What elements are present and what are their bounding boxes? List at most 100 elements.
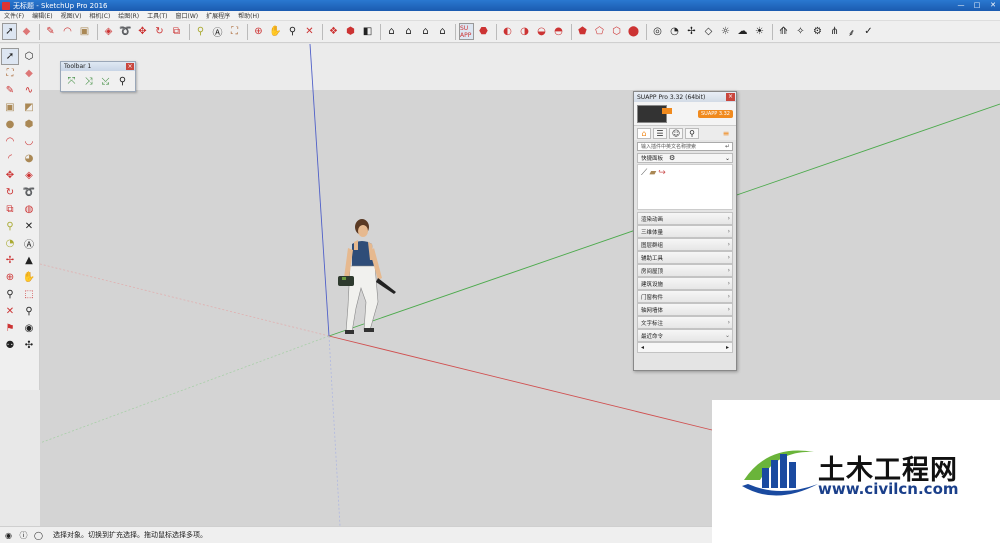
category-text-annotation[interactable]: 文字标注 › bbox=[637, 316, 733, 329]
search-go-icon[interactable]: ↵ bbox=[725, 143, 730, 150]
category-render-animation[interactable]: 渲染动画 › bbox=[637, 212, 733, 225]
menu-window[interactable]: 窗口(W) bbox=[172, 11, 203, 20]
position-camera-icon[interactable]: ⚙ bbox=[810, 23, 825, 40]
views-iso-icon[interactable]: ⌂ bbox=[384, 23, 399, 40]
components-icon[interactable]: ❖ bbox=[326, 23, 341, 40]
select-arrow-icon[interactable]: ➚ bbox=[2, 23, 17, 40]
follow-me-icon[interactable]: ➰ bbox=[20, 184, 38, 201]
zoom-extents-icon[interactable]: ✕ bbox=[1, 303, 19, 320]
fog-icon[interactable]: ◒ bbox=[534, 23, 549, 40]
zoom-icon[interactable]: ⚲ bbox=[1, 286, 19, 303]
walk-icon[interactable]: ⟰ bbox=[776, 23, 791, 40]
smoove-icon[interactable]: ⬡ bbox=[609, 23, 624, 40]
scale-icon[interactable]: ⧉ bbox=[169, 23, 184, 40]
toolbar-1-panel[interactable]: Toolbar 1 × ⤧ ⤨ ⤩ ⚲ bbox=[60, 61, 136, 92]
quick-tool-2-icon[interactable]: ▰ bbox=[649, 168, 656, 206]
make-component-icon[interactable]: ⬡ bbox=[20, 48, 38, 65]
shadows-icon[interactable]: ◑ bbox=[517, 23, 532, 40]
section-icon[interactable]: ◧ bbox=[360, 23, 375, 40]
ruby-icon[interactable]: ⬣ bbox=[476, 23, 491, 40]
chevron-down-icon[interactable]: ⌄ bbox=[725, 155, 730, 162]
menu-view[interactable]: 视图(V) bbox=[57, 11, 86, 20]
pie-icon[interactable]: ◕ bbox=[20, 150, 38, 167]
move-icon[interactable]: ✥ bbox=[135, 23, 150, 40]
orbit-icon[interactable]: ⊕ bbox=[1, 269, 19, 286]
quick-tool-3-icon[interactable]: ↪ bbox=[658, 168, 666, 206]
close-window-button[interactable]: ✕ bbox=[986, 1, 1000, 10]
section-plane-icon[interactable]: ✣ bbox=[20, 337, 38, 354]
rotated-rectangle-icon[interactable]: ◩ bbox=[20, 99, 38, 116]
category-door-window[interactable]: 门窗构件 › bbox=[637, 290, 733, 303]
category-recent-commands[interactable]: 最近命令 ⌄ bbox=[637, 329, 733, 342]
cloud-icon[interactable]: ☁ bbox=[735, 23, 750, 40]
toolbar-1-close-button[interactable]: × bbox=[126, 63, 134, 70]
feather-icon[interactable]: ⸙ bbox=[844, 23, 859, 40]
tape-measure-icon[interactable]: ⚲ bbox=[1, 218, 19, 235]
line-icon[interactable]: ✎ bbox=[1, 82, 19, 99]
menu-help[interactable]: 帮助(H) bbox=[234, 11, 263, 20]
three-point-arc-icon[interactable]: ◜ bbox=[1, 150, 19, 167]
sandbox-from-scratch-icon[interactable]: ⬠ bbox=[592, 23, 607, 40]
eraser-icon[interactable]: ◆ bbox=[20, 65, 38, 82]
protractor-icon[interactable]: ◔ bbox=[667, 23, 682, 40]
geo-location-icon[interactable]: ◉ bbox=[4, 531, 13, 540]
maximize-button[interactable]: □ bbox=[970, 1, 984, 10]
polygon-icon[interactable]: ⬢ bbox=[20, 116, 38, 133]
minimize-button[interactable]: — bbox=[954, 1, 968, 10]
tape-measure-icon[interactable]: ⚲ bbox=[193, 23, 208, 40]
walk-icon[interactable]: ⚉ bbox=[1, 337, 19, 354]
position-camera-icon[interactable]: ⚑ bbox=[1, 320, 19, 337]
menu-tools[interactable]: 工具(T) bbox=[143, 11, 171, 20]
rotate-icon[interactable]: ↻ bbox=[1, 184, 19, 201]
intersect-icon[interactable]: ⤧ bbox=[63, 74, 80, 89]
line-pencil-icon[interactable]: ✎ bbox=[43, 23, 58, 40]
pan-icon[interactable]: ✋ bbox=[268, 23, 283, 40]
suapp-close-button[interactable]: × bbox=[726, 93, 735, 101]
menu-camera[interactable]: 相机(C) bbox=[85, 11, 114, 20]
category-grid-walls[interactable]: 轴网墙体 › bbox=[637, 303, 733, 316]
suapp-header[interactable]: SUAPP Pro 3.32 (64bit) × bbox=[634, 92, 736, 102]
freehand-icon[interactable]: ∿ bbox=[20, 82, 38, 99]
look-around-icon[interactable]: ✧ bbox=[793, 23, 808, 40]
scroll-right-icon[interactable]: ▸ bbox=[726, 344, 729, 351]
axes-icon[interactable]: ✢ bbox=[684, 23, 699, 40]
rectangle-icon[interactable]: ▣ bbox=[1, 99, 19, 116]
home-icon[interactable]: ⌂ bbox=[637, 127, 651, 139]
text-icon[interactable]: Ⓐ bbox=[210, 23, 225, 40]
toolbar-1-header[interactable]: Toolbar 1 × bbox=[61, 62, 135, 71]
trim-icon[interactable]: ⤨ bbox=[80, 74, 97, 89]
match-photo-icon[interactable]: ◓ bbox=[551, 23, 566, 40]
zoom-window-icon[interactable]: ⬚ bbox=[20, 286, 38, 303]
stamp-icon[interactable]: ⬤ bbox=[626, 23, 641, 40]
menu-edit[interactable]: 编辑(E) bbox=[28, 11, 56, 20]
lens-icon[interactable]: ◎ bbox=[650, 23, 665, 40]
two-point-arc-icon[interactable]: ◡ bbox=[20, 133, 38, 150]
suapp-search-input[interactable]: 输入插件中英文名称搜索 ↵ bbox=[637, 142, 733, 151]
look-around-icon[interactable]: ◉ bbox=[20, 320, 38, 337]
info-icon[interactable]: ⓘ bbox=[19, 531, 28, 540]
arc-icon[interactable]: ◠ bbox=[60, 23, 75, 40]
gear-icon[interactable]: ⚙ bbox=[669, 154, 675, 162]
category-helper-tools[interactable]: 辅助工具 › bbox=[637, 251, 733, 264]
move-icon[interactable]: ✥ bbox=[1, 167, 19, 184]
menu-icon[interactable]: ≡ bbox=[719, 128, 733, 139]
suapp-panel[interactable]: SUAPP Pro 3.32 (64bit) × SUAPP 3.32 ⌂ ☰ … bbox=[633, 91, 737, 371]
sandbox-from-contours-icon[interactable]: ⬟ bbox=[575, 23, 590, 40]
split-icon[interactable]: ⤩ bbox=[97, 74, 114, 89]
zoom-icon[interactable]: ⚲ bbox=[285, 23, 300, 40]
dimension-icon[interactable]: ✕ bbox=[20, 218, 38, 235]
menu-file[interactable]: 文件(F) bbox=[0, 11, 28, 20]
views-front-icon[interactable]: ⌂ bbox=[418, 23, 433, 40]
offset-icon[interactable]: ◍ bbox=[20, 201, 38, 218]
menu-draw[interactable]: 绘图(R) bbox=[114, 11, 143, 20]
menu-extensions[interactable]: 扩展程序 bbox=[202, 11, 234, 20]
follow-me-icon[interactable]: ➰ bbox=[118, 23, 133, 40]
zoom-extents-icon[interactable]: ✕ bbox=[302, 23, 317, 40]
suapp-badge-icon[interactable]: SU APP bbox=[459, 23, 474, 40]
category-room-roof[interactable]: 房间屋顶 › bbox=[637, 264, 733, 277]
orbit-icon[interactable]: ⊕ bbox=[251, 23, 266, 40]
arc-icon[interactable]: ◠ bbox=[1, 133, 19, 150]
paint-bucket-icon[interactable]: ⛶ bbox=[227, 23, 242, 40]
scale-icon[interactable]: ⧉ bbox=[1, 201, 19, 218]
suapp-horizontal-scrollbar[interactable]: ◂ ▸ bbox=[637, 342, 733, 353]
